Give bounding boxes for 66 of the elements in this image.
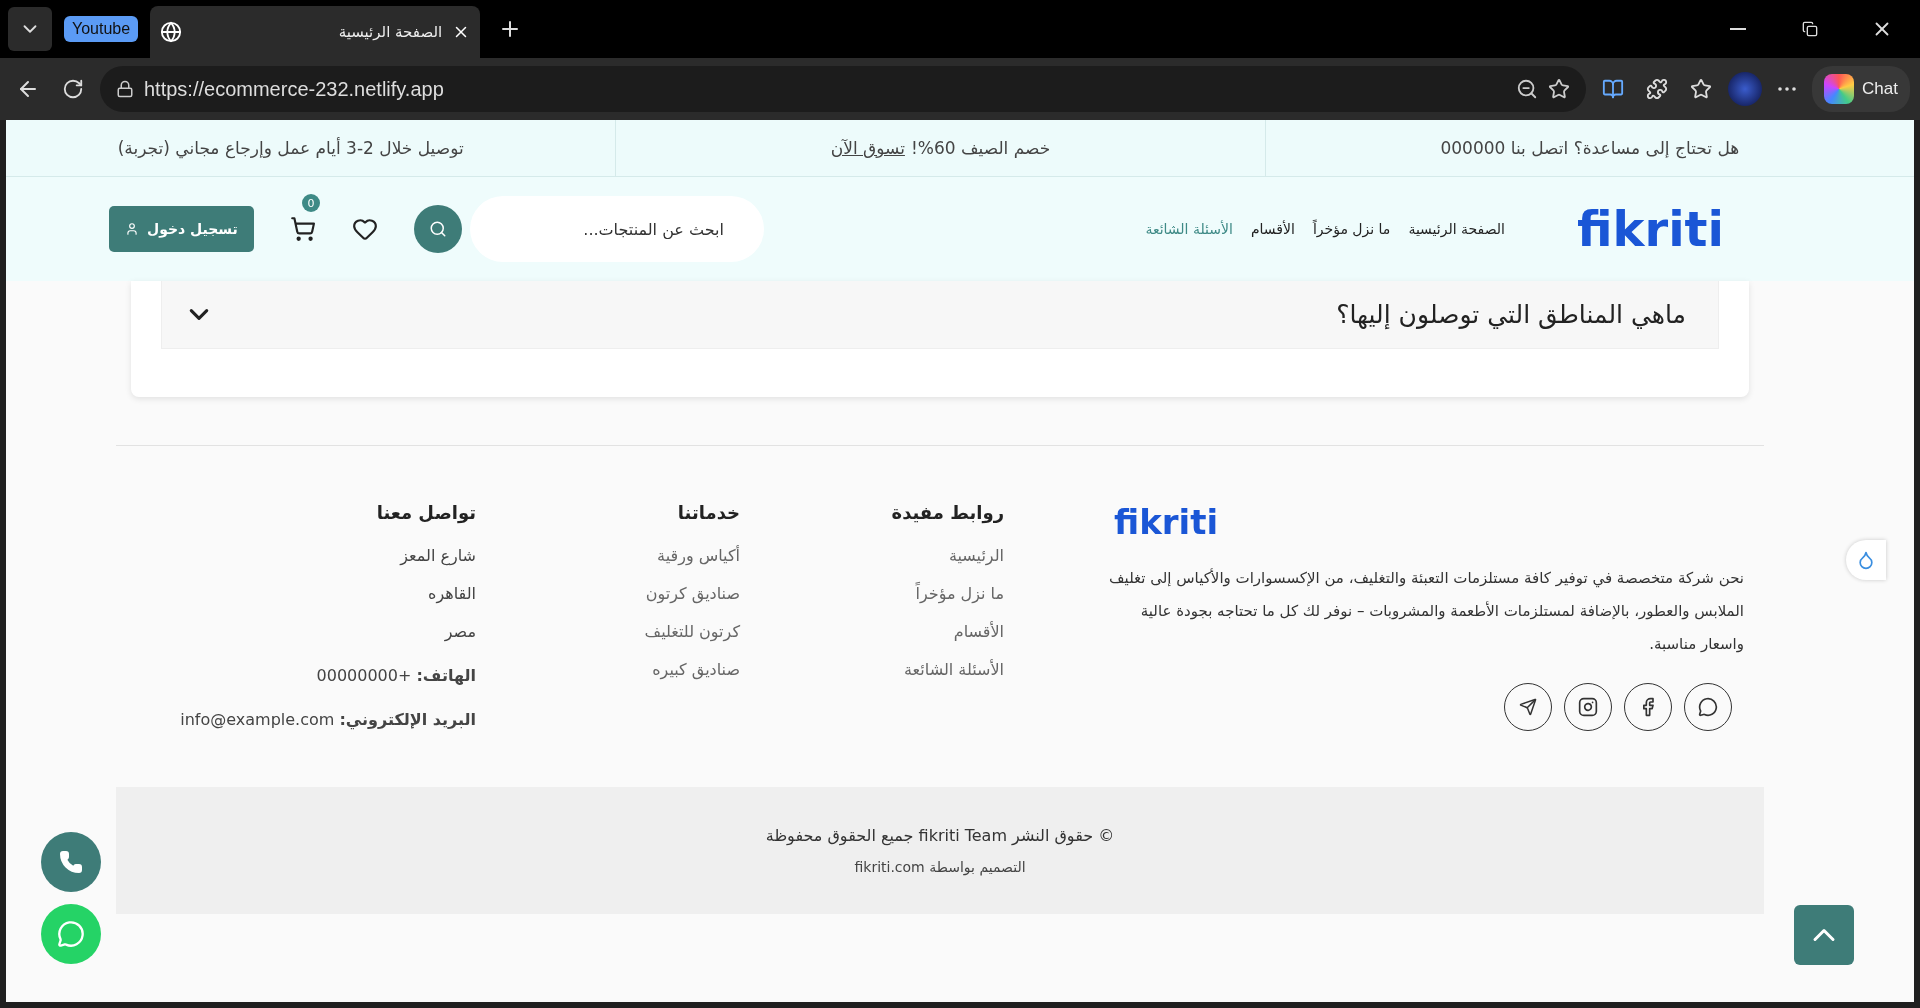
nav-link[interactable]: الأسئلة الشائعة	[1145, 221, 1233, 237]
globe-icon	[160, 21, 183, 43]
book-icon	[1602, 78, 1625, 100]
site-logo[interactable]: fikriti	[1576, 201, 1724, 257]
reload-icon	[62, 78, 84, 100]
phone-button[interactable]	[41, 832, 101, 892]
search-icon	[428, 220, 447, 238]
nav-link[interactable]: الصفحة الرئيسية	[1408, 221, 1505, 237]
announcement-text: هل تحتاج إلى مساعدة؟ اتصل بنا 000000	[1440, 138, 1740, 158]
announcement-text: توصيل خلال 2-3 أيام عمل وإرجاع مجاني (تجربة)	[117, 138, 464, 158]
heart-icon	[351, 216, 378, 242]
announcement-text: خصم الصيف 60%!	[910, 138, 1051, 158]
column-title: تواصل معنا	[376, 502, 476, 523]
faq-item[interactable]: ماهي المناطق التي توصلون إليها؟	[161, 281, 1719, 349]
chat-button[interactable]: Chat	[1812, 66, 1910, 112]
column-title: روابط مفيدة	[891, 502, 1004, 523]
puzzle-icon	[1646, 78, 1669, 100]
accessibility-button[interactable]	[1846, 540, 1886, 580]
footer-link[interactable]: أكياس ورقية	[657, 546, 740, 565]
footer-link[interactable]: الأسئلة الشائعة	[904, 660, 1004, 679]
address-line: مصر	[444, 622, 476, 641]
chevron-icon	[190, 309, 208, 320]
tab-title: الصفحة الرئيسية	[337, 23, 443, 41]
instagram-icon	[1578, 697, 1598, 717]
more-icon	[1778, 87, 1797, 91]
user-icon	[125, 222, 139, 236]
credit-text: التصميم بواسطة fikriti.com	[854, 859, 1026, 875]
cart-button[interactable]	[289, 216, 316, 242]
search-button[interactable]	[413, 205, 462, 253]
wishlist-button[interactable]	[351, 216, 378, 242]
shop-now-link[interactable]: تسوق الآن	[830, 138, 905, 158]
footer-logo: fikriti	[1114, 502, 1219, 542]
zoom-out-icon[interactable]	[1516, 78, 1539, 100]
restore-icon	[1802, 21, 1818, 37]
address-bar[interactable]: https://ecommerce-232.netlify.app	[100, 66, 1587, 112]
whatsapp-icon	[57, 920, 85, 948]
cart-count: 0	[301, 194, 320, 212]
browser-tab[interactable]: الصفحة الرئيسية	[150, 6, 481, 58]
footer-link[interactable]: الأقسام	[953, 622, 1004, 641]
address-line: القاهره	[428, 584, 476, 603]
nav-link[interactable]: ما نزل مؤخراً	[1312, 221, 1391, 237]
scroll-top-button[interactable]	[1794, 905, 1854, 965]
footer-link[interactable]: صناديق كبيره	[652, 660, 740, 679]
footer-link[interactable]: كرتون للتغليف	[644, 622, 740, 641]
faq-question: ماهي المناطق التي توصلون إليها؟	[1336, 300, 1686, 329]
footer-link[interactable]: ما نزل مؤخراً	[915, 584, 1004, 603]
footer-link[interactable]: الرئيسية	[948, 546, 1004, 565]
telegram-icon	[1519, 698, 1537, 716]
search-field[interactable]: ابحث عن المنتجات...	[469, 196, 764, 262]
star-icon[interactable]	[1548, 78, 1571, 100]
nav-link[interactable]: الأقسام	[1250, 221, 1295, 237]
address-line: شارع المعز	[400, 546, 476, 565]
copilot-icon	[1824, 74, 1855, 104]
tab-group-label[interactable]: Youtube	[64, 16, 139, 42]
droplet-icon	[1856, 550, 1876, 570]
footer-link[interactable]: صناديق كرتون	[645, 584, 740, 603]
login-button[interactable]: تسجيل دخول	[109, 206, 254, 252]
column-title: خدماتنا	[677, 502, 740, 523]
star-icon	[1690, 78, 1713, 100]
url-text: https://ecommerce-232.netlify.app	[144, 77, 445, 101]
lock-icon	[116, 80, 134, 98]
cart-icon	[289, 216, 316, 242]
minimize-icon	[1730, 28, 1746, 30]
phone-icon	[59, 850, 83, 874]
about-text: نحن شركة متخصصة في توفير كافة مستلزمات التعبئة والتغليف، من الإكسسوارات والأكياس إلى تغليف الملابس والعطور، بالإضافة لمستلزمات الأطعمة والمشروبات – نوفر لك كل ما تحتاجه بجودة عالية واسعار مناسبة.	[1108, 567, 1744, 655]
whatsapp-icon	[1698, 697, 1718, 717]
